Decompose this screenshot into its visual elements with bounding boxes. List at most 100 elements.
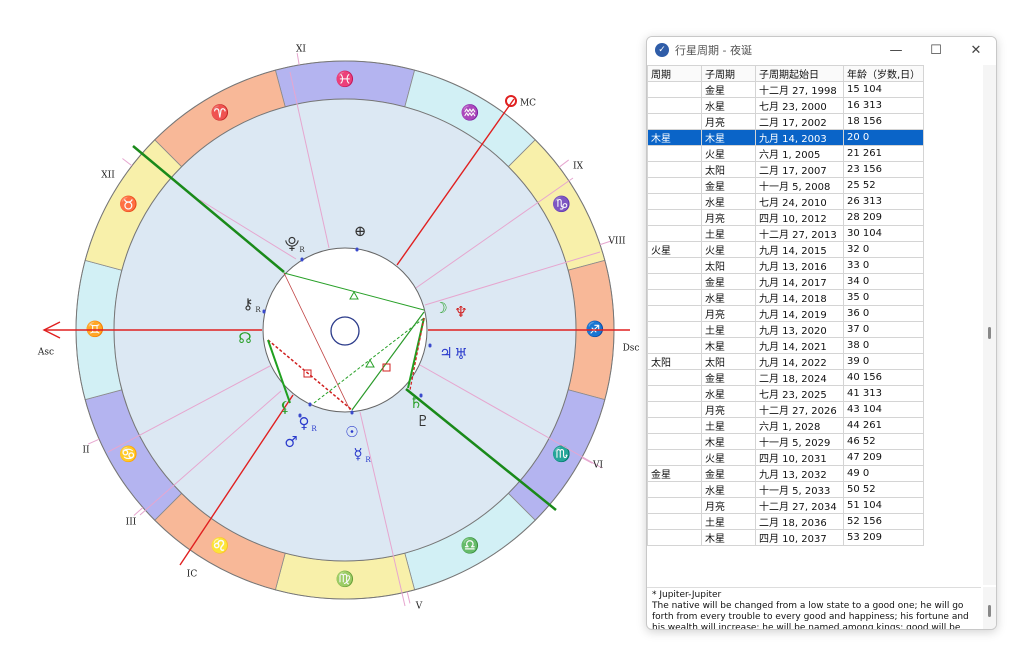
cell-subperiod: 火星 <box>701 449 756 466</box>
table-row[interactable]: 火星 火星 九月 14, 2015 32 0 <box>647 241 925 258</box>
table-row[interactable]: 水星 七月 23, 2025 41 313 <box>647 385 925 402</box>
cell-start-date: 十一月 5, 2033 <box>755 481 844 498</box>
cell-subperiod: 太阳 <box>701 353 756 370</box>
table-row[interactable]: 土星 二月 18, 2036 52 156 <box>647 513 925 530</box>
table-row[interactable]: 土星 九月 13, 2020 37 0 <box>647 321 925 338</box>
cell-age: 44 261 <box>842 417 925 434</box>
cell-age: 33 0 <box>842 257 925 274</box>
table-row[interactable]: 水星 七月 24, 2010 26 313 <box>647 193 925 210</box>
cell-period <box>647 513 702 530</box>
table-row[interactable]: 金星 二月 18, 2024 40 156 <box>647 369 925 386</box>
cell-period <box>647 225 702 242</box>
table-row[interactable]: 火星 四月 10, 2031 47 209 <box>647 449 925 466</box>
table-scrollbar[interactable] <box>983 65 996 585</box>
cell-start-date: 七月 24, 2010 <box>755 193 844 210</box>
description-scrollbar-thumb[interactable] <box>988 605 991 617</box>
label-descendant: Dsc <box>623 344 640 354</box>
table-row[interactable]: 金星 十二月 27, 1998 15 104 <box>647 81 925 98</box>
scrollbar-thumb[interactable] <box>988 327 991 339</box>
cell-age: 23 156 <box>842 161 925 178</box>
cell-start-date: 二月 17, 2007 <box>755 161 844 178</box>
column-header-period[interactable]: 周期 <box>647 65 702 82</box>
maximize-button[interactable]: ☐ <box>916 37 956 63</box>
table-row[interactable]: 水星 七月 23, 2000 16 313 <box>647 97 925 114</box>
cell-start-date: 九月 13, 2016 <box>755 257 844 274</box>
window-title: 行星周期 - 夜诞 <box>675 44 752 57</box>
table-row[interactable]: 木星 九月 14, 2021 38 0 <box>647 337 925 354</box>
natal-chart-wheel: ♓♒♑♐♏♎♍♌♋♊♉♈ ⯓ R⊕⚷ R☊☽ ♆♃ ♅♄♇♀ R♂☉☿ R⚸ A… <box>37 45 640 612</box>
description-title: * Jupiter-Jupiter <box>652 590 722 600</box>
cell-period <box>647 177 702 194</box>
cell-start-date: 九月 14, 2015 <box>755 241 844 258</box>
gemini-icon: ♊ <box>86 320 105 338</box>
house-label-6: IX <box>573 162 584 172</box>
table-row[interactable]: 月亮 四月 10, 2012 28 209 <box>647 209 925 226</box>
label-midheaven: MC <box>520 99 536 109</box>
table-row[interactable]: 月亮 二月 17, 2002 18 156 <box>647 113 925 130</box>
scorpio-icon: ♏ <box>552 445 571 463</box>
cell-period <box>647 369 702 386</box>
libra-icon: ♎ <box>461 537 480 555</box>
cell-start-date: 二月 18, 2024 <box>755 369 844 386</box>
cell-subperiod: 水星 <box>701 289 756 306</box>
cell-subperiod: 水星 <box>701 193 756 210</box>
cell-age: 37 0 <box>842 321 925 338</box>
sun-icon: ☉ <box>345 423 358 441</box>
cell-subperiod: 太阳 <box>701 161 756 178</box>
minimize-button[interactable]: — <box>876 37 916 63</box>
cell-start-date: 十一月 5, 2008 <box>755 177 844 194</box>
table-row[interactable]: 木星 四月 10, 2037 53 209 <box>647 529 925 546</box>
table-row[interactable]: 木星 十一月 5, 2029 46 52 <box>647 433 925 450</box>
cell-period <box>647 337 702 354</box>
column-header-age[interactable]: 年龄（岁数,日） <box>842 65 925 82</box>
table-row[interactable]: 火星 六月 1, 2005 21 261 <box>647 145 925 162</box>
cell-start-date: 九月 14, 2021 <box>755 337 844 354</box>
table-row[interactable]: 水星 九月 14, 2018 35 0 <box>647 289 925 306</box>
table-row[interactable]: 月亮 十二月 27, 2026 43 104 <box>647 401 925 418</box>
column-header-subperiod[interactable]: 子周期 <box>701 65 756 82</box>
description-scrollbar[interactable] <box>983 587 996 629</box>
mercury-retro-icon: ☿ <box>353 445 362 463</box>
aquarius-icon: ♒ <box>461 103 480 121</box>
table-row[interactable]: 太阳 二月 17, 2007 23 156 <box>647 161 925 178</box>
cell-period <box>647 321 702 338</box>
cell-subperiod: 月亮 <box>701 401 756 418</box>
table-row[interactable]: 金星 十一月 5, 2008 25 52 <box>647 177 925 194</box>
planet-cycle-window: ✓ 行星周期 - 夜诞 — ☐ ✕ 周期 子周期 子周期起始日 年龄（岁数,日）… <box>646 36 997 630</box>
cell-period <box>647 497 702 514</box>
table-row[interactable]: 太阳 九月 13, 2016 33 0 <box>647 257 925 274</box>
cell-period <box>647 289 702 306</box>
cell-age: 46 52 <box>842 433 925 450</box>
virgo-icon: ♍ <box>336 570 355 588</box>
cell-age: 50 52 <box>842 481 925 498</box>
cell-start-date: 十一月 5, 2029 <box>755 433 844 450</box>
table-row[interactable]: 太阳 太阳 九月 14, 2022 39 0 <box>647 353 925 370</box>
table-row[interactable]: 金星 金星 九月 13, 2032 49 0 <box>647 465 925 482</box>
cell-age: 53 209 <box>842 529 925 546</box>
column-header-start-date[interactable]: 子周期起始日 <box>755 65 844 82</box>
cell-period <box>647 273 702 290</box>
cell-subperiod: 木星 <box>701 529 756 546</box>
cycle-table-container: 周期 子周期 子周期起始日 年龄（岁数,日） 金星 十二月 27, 1998 15 … <box>647 65 983 585</box>
table-row[interactable]: 月亮 九月 14, 2019 36 0 <box>647 305 925 322</box>
cell-subperiod: 木星 <box>701 433 756 450</box>
capricorn-icon: ♑ <box>552 195 571 213</box>
table-row[interactable]: 月亮 十二月 27, 2034 51 104 <box>647 497 925 514</box>
table-row[interactable]: 金星 九月 14, 2017 34 0 <box>647 273 925 290</box>
cancer-icon: ♋ <box>119 445 138 463</box>
cell-age: 28 209 <box>842 209 925 226</box>
table-row[interactable]: 水星 十一月 5, 2033 50 52 <box>647 481 925 498</box>
table-row[interactable]: 土星 六月 1, 2028 44 261 <box>647 417 925 434</box>
cell-period: 火星 <box>647 241 702 258</box>
cell-age: 25 52 <box>842 177 925 194</box>
close-button[interactable]: ✕ <box>956 37 996 63</box>
table-row[interactable]: 土星 十二月 27, 2013 30 104 <box>647 225 925 242</box>
aries-icon: ♈ <box>211 103 230 121</box>
cell-subperiod: 太阳 <box>701 257 756 274</box>
house-label-7: XI <box>296 45 306 55</box>
cell-subperiod: 水星 <box>701 481 756 498</box>
table-row[interactable]: 木星 木星 九月 14, 2003 20 0 <box>647 129 925 146</box>
pisces-icon: ♓ <box>336 70 355 88</box>
cell-period <box>647 81 702 98</box>
label-ascendant: Asc <box>37 348 54 358</box>
